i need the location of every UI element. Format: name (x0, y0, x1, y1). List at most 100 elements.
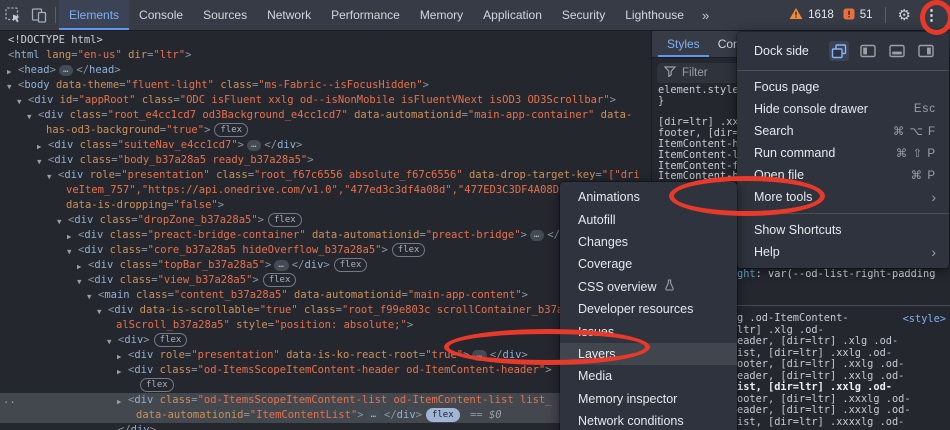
tab-network[interactable]: Network (257, 0, 321, 30)
dom-tree-line[interactable]: ▼ <div class="root_e4cc1cd7 od3Background… (0, 108, 651, 123)
menu-item-run-command[interactable]: Run command ⌘ ⇧ P (737, 142, 949, 164)
style-property-fragment[interactable]: ght: var(--od-list-right-padding (737, 268, 935, 280)
style-selector-fragment[interactable]: g .od-ItemContent- (737, 312, 911, 325)
expand-arrow-expanded-icon[interactable]: ▼ (97, 304, 102, 319)
submenu-item-autofill[interactable]: Autofill (560, 208, 737, 230)
expand-arrow-expanded-icon[interactable]: ▼ (47, 169, 52, 184)
dom-tree-line[interactable]: ▼ <div id="appRoot" class="ODC isFluent x… (0, 93, 651, 108)
dom-tree-line[interactable]: ▶ <div class="topBar_b37a28a5">… </div> fle… (0, 258, 651, 273)
menu-item-focus-page[interactable]: Focus page (737, 76, 949, 98)
dom-tree-line[interactable]: ▼ <div role="presentation" class="root_f6… (0, 168, 651, 183)
tab-application[interactable]: Application (473, 0, 552, 30)
dom-tree-line[interactable]: ▶ <div class="od-ItemsScopeItemContent-he… (0, 363, 651, 378)
style-selector-fragment[interactable]: ist, [dir=ltr] .xxlg .od- (737, 381, 911, 394)
dom-tree-line[interactable]: ▼ <div data-is-scrollable="true" class="r… (0, 303, 651, 318)
menu-item-hide-console-drawer[interactable]: Hide console drawer Esc (737, 98, 949, 120)
customize-devtools-menu-button[interactable]: ⋮ (920, 8, 943, 23)
tab-security[interactable]: Security (552, 0, 615, 30)
dom-tree-line[interactable]: ▶ <head>… </head> (0, 63, 651, 78)
submenu-item-media[interactable]: Media (560, 365, 737, 387)
expand-arrow-collapsed-icon[interactable]: ▶ (117, 394, 122, 409)
dock-to-left-icon[interactable] (858, 41, 878, 61)
submenu-item-layers[interactable]: Layers (560, 342, 737, 366)
dom-tree-line[interactable]: ▼ <div> flex (0, 333, 651, 348)
style-selector-fragment[interactable]: ooter, [dir=ltr] .xxlg .od- (737, 358, 911, 371)
tab-performance[interactable]: Performance (321, 0, 410, 30)
dom-tree-line[interactable]: ▼ <div class="dropZone_b37a28a5"> flex (0, 213, 651, 228)
tab-memory[interactable]: Memory (410, 0, 473, 30)
menu-item-open-file[interactable]: Open file ⌘ P (737, 164, 949, 186)
flex-badge[interactable]: flex (262, 273, 297, 287)
dom-tree-line[interactable]: data-is-dropping="false"> (0, 198, 651, 213)
collapsed-content-ellipsis-icon[interactable]: … (472, 350, 487, 361)
style-selector-fragment[interactable]: ist, [dir=ltr] .xxxxlg .od- (737, 416, 911, 429)
sidebar-tab-styles[interactable]: Styles (658, 30, 709, 57)
dom-tree-line[interactable]: .. ▶ <div class="od-ItemsScopeItemContent-… (0, 393, 651, 408)
tab-lighthouse[interactable]: Lighthouse (615, 0, 694, 30)
collapsed-content-ellipsis-icon[interactable]: … (274, 260, 289, 271)
dom-tree-line[interactable]: veItem_757","https://api.onedrive.com/v1… (0, 183, 651, 198)
collapsed-content-ellipsis-icon[interactable]: … (366, 410, 382, 421)
flex-badge[interactable]: flex (140, 378, 174, 392)
tab-elements[interactable]: Elements (59, 0, 130, 30)
expand-arrow-expanded-icon[interactable]: ▼ (7, 79, 12, 94)
submenu-item-animations[interactable]: Animations (560, 186, 737, 208)
style-selector-fragment[interactable]: eader, [dir=ltr] .xxxlg .od- (737, 404, 911, 417)
dom-tree-line[interactable]: <html lang="en-us" dir="ltr"> (0, 48, 651, 63)
flex-badge[interactable]: flex (333, 258, 368, 272)
device-toolbar-icon[interactable] (26, 0, 52, 30)
dom-tree-line[interactable]: </div> (0, 423, 651, 430)
flex-badge[interactable]: flex (425, 408, 460, 422)
issues-badge[interactable]: 51 (843, 8, 873, 23)
settings-gear-icon[interactable]: ⚙ (898, 8, 911, 23)
flex-badge[interactable]: flex (214, 123, 249, 137)
expand-arrow-expanded-icon[interactable]: ▼ (87, 289, 92, 304)
dom-tree-line[interactable]: flex (0, 378, 651, 393)
expand-arrow-collapsed-icon[interactable]: ▶ (37, 139, 42, 154)
warnings-badge[interactable]: 1618 (789, 7, 834, 23)
more-tabs-button[interactable]: » (694, 0, 717, 30)
dom-tree-line[interactable]: alScroll_b37a28a5" style="position: abso… (0, 318, 651, 333)
menu-item-help[interactable]: Help › (737, 241, 949, 263)
dom-tree-line[interactable]: ▶ <div role="presentation" data-is-ko-rea… (0, 348, 651, 363)
flex-badge[interactable]: flex (391, 243, 426, 257)
expand-arrow-expanded-icon[interactable]: ▼ (17, 94, 22, 109)
dock-to-bottom-icon[interactable] (887, 41, 907, 61)
submenu-item-memory-inspector[interactable]: Memory inspector (560, 388, 737, 410)
submenu-item-developer-resources[interactable]: Developer resources (560, 298, 737, 320)
submenu-item-coverage[interactable]: Coverage (560, 253, 737, 275)
undock-icon[interactable] (829, 41, 849, 61)
flex-badge[interactable]: flex (153, 333, 188, 347)
dom-tree-line[interactable]: ▼ <div class="body_b37a28a5 ready_b37a28a… (0, 153, 651, 168)
collapsed-content-ellipsis-icon[interactable]: … (529, 230, 545, 241)
dom-tree-line[interactable]: has-od3-background="true"> flex (0, 123, 651, 138)
submenu-item-changes[interactable]: Changes (560, 231, 737, 253)
menu-item-search[interactable]: Search ⌘ ⌥ F (737, 120, 949, 142)
expand-arrow-expanded-icon[interactable]: ▼ (67, 244, 72, 259)
expand-arrow-collapsed-icon[interactable]: ▶ (67, 229, 72, 244)
dom-tree-line[interactable]: data-automationid="ItemContentList">… </d… (0, 408, 651, 423)
dom-tree-line[interactable]: ▼ <div class="view_b37a28a5"> flex (0, 273, 651, 288)
expand-arrow-collapsed-icon[interactable]: ▶ (77, 259, 82, 274)
expand-arrow-expanded-icon[interactable]: ▼ (107, 334, 112, 349)
tab-console[interactable]: Console (129, 0, 193, 30)
menu-item-show-shortcuts[interactable]: Show Shortcuts (737, 219, 949, 241)
expand-arrow-expanded-icon[interactable]: ▼ (77, 274, 82, 289)
dock-to-right-icon[interactable] (916, 41, 936, 61)
collapsed-content-ellipsis-icon[interactable]: … (247, 140, 262, 151)
dom-tree-line[interactable]: ▼ <main class="content_b37a28a5" data-aut… (0, 288, 651, 303)
submenu-item-network-conditions[interactable]: Network conditions (560, 410, 737, 430)
dom-tree-line[interactable]: <!DOCTYPE html> (0, 33, 651, 48)
dom-tree-line[interactable]: ▶ <div class="suiteNav_e4cc1cd7">… </div> (0, 138, 651, 153)
expand-arrow-collapsed-icon[interactable]: ▶ (117, 349, 122, 364)
expand-arrow-expanded-icon[interactable]: ▼ (37, 154, 42, 169)
submenu-item-issues[interactable]: Issues (560, 320, 737, 342)
expand-arrow-expanded-icon[interactable]: ▼ (27, 109, 32, 124)
dom-tree-line[interactable]: ▼ <div class="core_b37a28a5 hideOverflow_… (0, 243, 651, 258)
inspect-element-icon[interactable] (0, 0, 26, 30)
expand-arrow-expanded-icon[interactable]: ▼ (57, 214, 62, 229)
expand-arrow-collapsed-icon[interactable]: ▶ (7, 64, 12, 79)
menu-item-more-tools[interactable]: More tools › (737, 186, 949, 208)
flex-badge[interactable]: flex (268, 213, 302, 227)
expand-arrow-collapsed-icon[interactable]: ▶ (117, 364, 122, 379)
